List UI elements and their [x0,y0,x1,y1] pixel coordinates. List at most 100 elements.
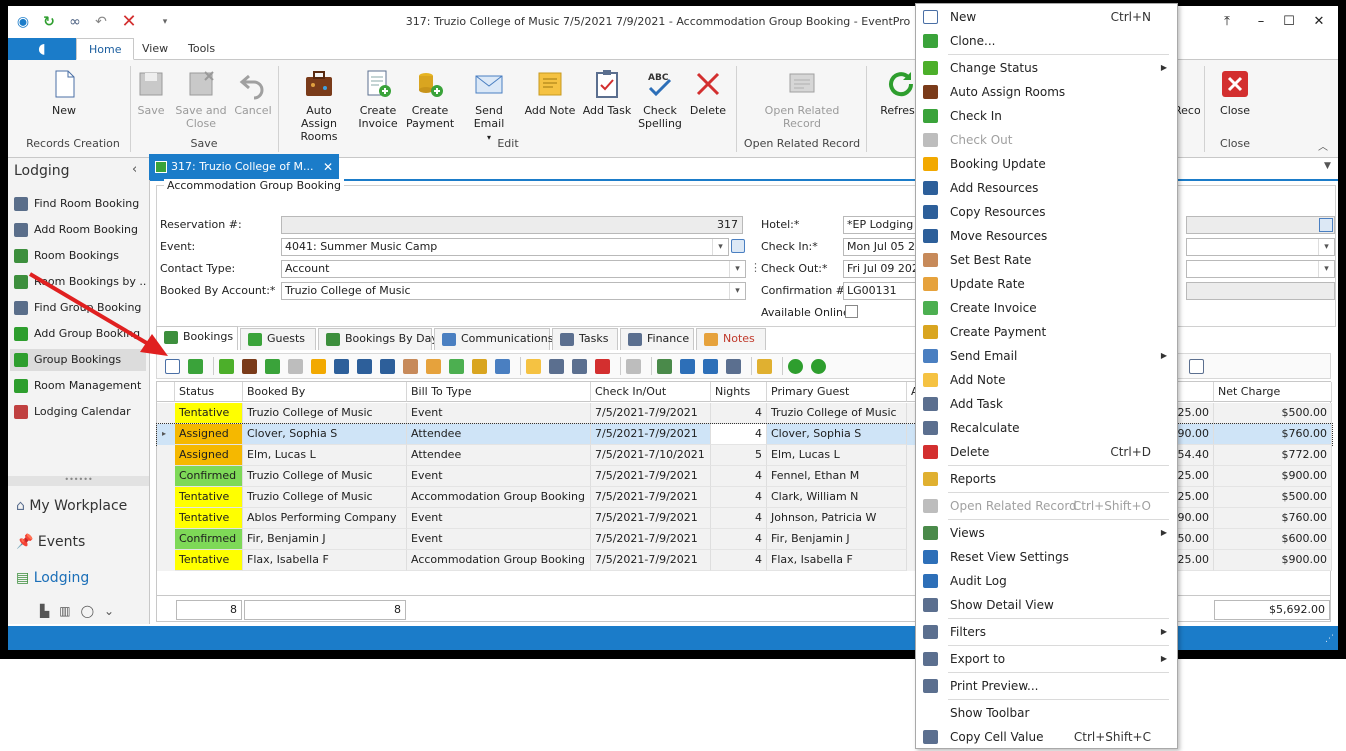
cell-status[interactable]: Tentative [175,403,243,424]
copy-res-icon[interactable] [357,359,372,374]
menu-item-set-best-rate[interactable]: Set Best Rate [916,248,1177,272]
binoculars-icon[interactable]: ∞ [66,13,84,31]
hotel-field[interactable]: *EP Lodging [843,216,923,234]
menu-item-change-status[interactable]: Change Status ▶ [916,56,1177,80]
check-in-field[interactable]: Mon Jul 05 2021 [843,238,923,256]
cell-booked-by[interactable]: Truzio College of Music [243,487,407,508]
cell-status[interactable]: Confirmed [175,466,243,487]
cell-nights[interactable]: 4 [711,550,767,571]
cell-guest[interactable]: Truzio College of Music [767,403,907,424]
subtab-bookings-by-day[interactable]: Bookings By Day [318,328,438,350]
cell-bill-to[interactable]: Accommodation Group Booking [407,487,591,508]
customize-qat-icon[interactable]: ▾ [156,13,174,31]
subtab-tasks[interactable]: Tasks [552,328,618,350]
invoice-icon[interactable] [449,359,464,374]
cell-check[interactable]: 7/5/2021-7/9/2021 [591,466,711,487]
cell-net-charge[interactable]: $600.00 [1214,529,1332,550]
cell-guest[interactable]: Flax, Isabella F [767,550,907,571]
views-icon[interactable] [657,359,672,374]
subtab-communications[interactable]: Communications [434,328,553,350]
hand-icon[interactable] [403,359,418,374]
menu-item-create-payment[interactable]: Create Payment [916,320,1177,344]
task-icon[interactable] [549,359,564,374]
column-header-booked-by[interactable]: Booked By [243,382,407,402]
cell-bill-to[interactable]: Event [407,466,591,487]
tag-icon[interactable] [426,359,441,374]
menu-item-copy-cell-value[interactable]: Copy Cell Value Ctrl+Shift+C [916,725,1177,749]
subtab-notes[interactable]: Notes [696,328,766,350]
cell-check[interactable]: 7/5/2021-7/10/2021 [591,445,711,466]
open-related-record-button[interactable]: Open Related Record [760,66,844,132]
cell-net-charge[interactable]: $760.00 [1214,508,1332,529]
menu-item-copy-resources[interactable]: Copy Resources [916,200,1177,224]
check-out-time-field[interactable]: ▾ [1186,260,1335,278]
save-and-close-button[interactable]: Save and Close [174,66,228,132]
confirmation-field[interactable]: LG00131 [843,282,923,300]
splitter-grip-icon[interactable]: ⋮ [750,261,761,274]
save-button[interactable]: Save [134,66,168,132]
menu-item-update-rate[interactable]: Update Rate [916,272,1177,296]
chevron-down-icon[interactable]: ▾ [729,261,745,277]
menu-item-audit-log[interactable]: Audit Log [916,569,1177,593]
status-icon[interactable] [219,359,234,374]
cell-status[interactable]: Confirmed [175,529,243,550]
chevron-down-icon[interactable]: ▾ [1318,261,1334,277]
refresh-icon[interactable]: ↻ [40,13,58,31]
cell-net-charge[interactable]: $900.00 [1214,466,1332,487]
cell-check[interactable]: 7/5/2021-7/9/2021 [591,529,711,550]
cell-net-charge[interactable]: $900.00 [1214,550,1332,571]
chevron-down-icon[interactable]: ▾ [712,239,728,255]
menu-item-move-resources[interactable]: Move Resources [916,224,1177,248]
cell-guest[interactable]: Fennel, Ethan M [767,466,907,487]
note-icon[interactable] [526,359,541,374]
export-icon[interactable] [680,359,695,374]
nav-item-0[interactable]: Find Room Booking [14,193,146,215]
add-note-button[interactable]: Add Note [524,66,576,132]
suitcase-icon[interactable] [242,359,257,374]
window-close-icon[interactable]: ✕ [1306,12,1332,32]
check-in-time-field[interactable]: ▾ [1186,238,1335,256]
clone-icon[interactable] [188,359,203,374]
check-out-icon[interactable] [288,359,303,374]
detail-icon[interactable] [726,359,741,374]
cell-status[interactable]: Tentative [175,550,243,571]
menu-item-send-email[interactable]: Send Email ▶ [916,344,1177,368]
menu-item-check-in[interactable]: Check In [916,104,1177,128]
check-icon[interactable] [265,359,280,374]
cell-bill-to[interactable]: Event [407,403,591,424]
minimize-icon[interactable]: – [1248,12,1274,32]
nav-section-my-workplace[interactable]: ⌂ My Workplace [16,494,127,518]
cell-net-charge[interactable]: $500.00 [1214,487,1332,508]
menu-item-add-resources[interactable]: Add Resources [916,176,1177,200]
new-button[interactable]: New [44,66,84,132]
subtab-guests[interactable]: Guests [240,328,316,350]
cell-status[interactable]: Assigned [175,424,243,445]
booked-by-field[interactable]: Truzio College of Music ▾ [281,282,746,300]
cell-net-charge[interactable]: $772.00 [1214,445,1332,466]
cell-bill-to[interactable]: Attendee [407,445,591,466]
chevron-down-icon[interactable]: ▾ [1318,239,1334,255]
delete-icon[interactable] [595,359,610,374]
cell-booked-by[interactable]: Elm, Lucas L [243,445,407,466]
email-icon[interactable] [495,359,510,374]
file-tab[interactable]: ◖ [8,38,76,60]
cell-check[interactable]: 7/5/2021-7/9/2021 [591,424,711,445]
pencil-icon[interactable] [311,359,326,374]
collapse-nav-icon[interactable]: ‹ [132,162,137,177]
hotel-lookup-icon[interactable] [1319,218,1333,232]
cell-bill-to[interactable]: Accommodation Group Booking [407,550,591,571]
create-invoice-button[interactable]: Create Invoice [356,66,400,132]
column-header-net-charge[interactable]: Net Charge [1214,382,1332,402]
tab-tools[interactable]: Tools [176,38,227,60]
nav-overflow-icons[interactable]: ▙▥◯⌄ [40,604,124,618]
check-out-field[interactable]: Fri Jul 09 2021 [843,260,923,278]
cell-guest[interactable]: Clark, William N [767,487,907,508]
available-online-checkbox[interactable] [845,305,858,318]
menu-item-booking-update[interactable]: Booking Update [916,152,1177,176]
app-logo-icon[interactable]: ◉ [14,13,32,31]
menu-item-show-toolbar[interactable]: Show Toolbar [916,701,1177,725]
nav-item-7[interactable]: Room Management [14,375,146,397]
close-record-icon[interactable]: ✕ [120,13,138,31]
nav-up-icon[interactable] [788,359,803,374]
cell-booked-by[interactable]: Fir, Benjamin J [243,529,407,550]
